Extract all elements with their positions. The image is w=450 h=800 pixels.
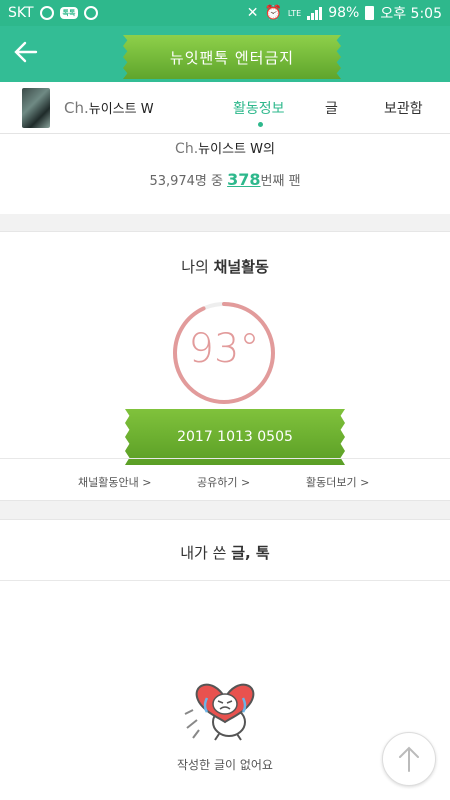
rank-suffix: 번째 팬 bbox=[260, 174, 301, 189]
share-link[interactable]: 공유하기 > bbox=[197, 474, 250, 490]
notification-icon bbox=[39, 6, 54, 20]
activity-title: 나의 채널활동 bbox=[0, 256, 450, 277]
divider bbox=[0, 458, 450, 459]
rank-summary: 53,974명 중 378번째 팬 bbox=[0, 170, 450, 189]
posts-title: 내가 쓴 글, 톡 bbox=[0, 542, 450, 563]
network-type: LTE bbox=[287, 8, 302, 18]
profile-tab-row: Ch.뉴이스트 W 활동정보 글 보관함 bbox=[0, 82, 450, 134]
signal-icon bbox=[307, 6, 323, 20]
talk-badge-icon: 톡톡 bbox=[59, 7, 79, 19]
avatar[interactable] bbox=[22, 88, 50, 128]
divider bbox=[0, 580, 450, 581]
tab-activity[interactable]: 활동정보 bbox=[233, 98, 285, 118]
crying-heart-icon bbox=[184, 683, 255, 741]
activity-date-ribbon: 2017 1013 0505 bbox=[125, 409, 345, 465]
alarm-icon: ⏰ bbox=[264, 5, 282, 21]
play-icon bbox=[84, 6, 99, 20]
activity-title-bold: 채널활동 bbox=[213, 258, 269, 276]
activity-title-prefix: 나의 bbox=[181, 258, 209, 276]
arrow-left-icon[interactable] bbox=[12, 38, 40, 66]
posts-title-prefix: 내가 쓴 bbox=[180, 544, 227, 562]
channel-prefix: Ch. bbox=[64, 99, 89, 117]
status-bar: SKT 톡톡 ✕ ⏰ LTE 98% 오후 5:05 bbox=[0, 0, 450, 26]
app-bar: 뉴잇팬톡 엔터금지 bbox=[0, 26, 450, 82]
battery-percent: 98% bbox=[328, 5, 360, 21]
channel-name[interactable]: Ch.뉴이스트 W bbox=[64, 98, 154, 117]
rank-total: 53,974명 중 bbox=[149, 174, 223, 189]
tab-posts[interactable]: 글 bbox=[325, 98, 338, 118]
more-activity-link[interactable]: 활동더보기 > bbox=[306, 474, 369, 490]
page-title: 뉴잇팬톡 엔터금지 bbox=[123, 35, 341, 79]
posts-title-bold: 글, 톡 bbox=[231, 544, 270, 562]
battery-icon bbox=[365, 6, 375, 20]
rank-channel-label: 뉴이스트 W의 bbox=[198, 142, 275, 157]
clock: 오후 5:05 bbox=[380, 6, 442, 22]
rank-card: Ch.뉴이스트 W의 53,974명 중 378번째 팬 bbox=[0, 134, 450, 214]
carrier-label: SKT bbox=[8, 5, 34, 21]
activity-score: 93° bbox=[188, 326, 260, 372]
mute-icon: ✕ bbox=[246, 5, 259, 21]
my-posts-card: 내가 쓴 글, 톡 작성한 글이 없어요 bbox=[0, 519, 450, 800]
tab-archive[interactable]: 보관함 bbox=[384, 98, 423, 118]
activity-card: 나의 채널활동 93° 2017 1013 0505 채널활동안내 > 공유하기… bbox=[0, 231, 450, 501]
arrow-up-icon bbox=[399, 746, 419, 772]
scroll-top-button[interactable] bbox=[382, 732, 436, 786]
channel-label: 뉴이스트 W bbox=[88, 102, 154, 117]
rank-channel-prefix: Ch. bbox=[175, 141, 199, 157]
active-tab-indicator bbox=[258, 122, 263, 127]
channel-activity-guide-link[interactable]: 채널활동안내 > bbox=[78, 474, 151, 490]
rank-position[interactable]: 378 bbox=[227, 170, 260, 189]
rank-channel-name: Ch.뉴이스트 W의 bbox=[0, 138, 450, 157]
